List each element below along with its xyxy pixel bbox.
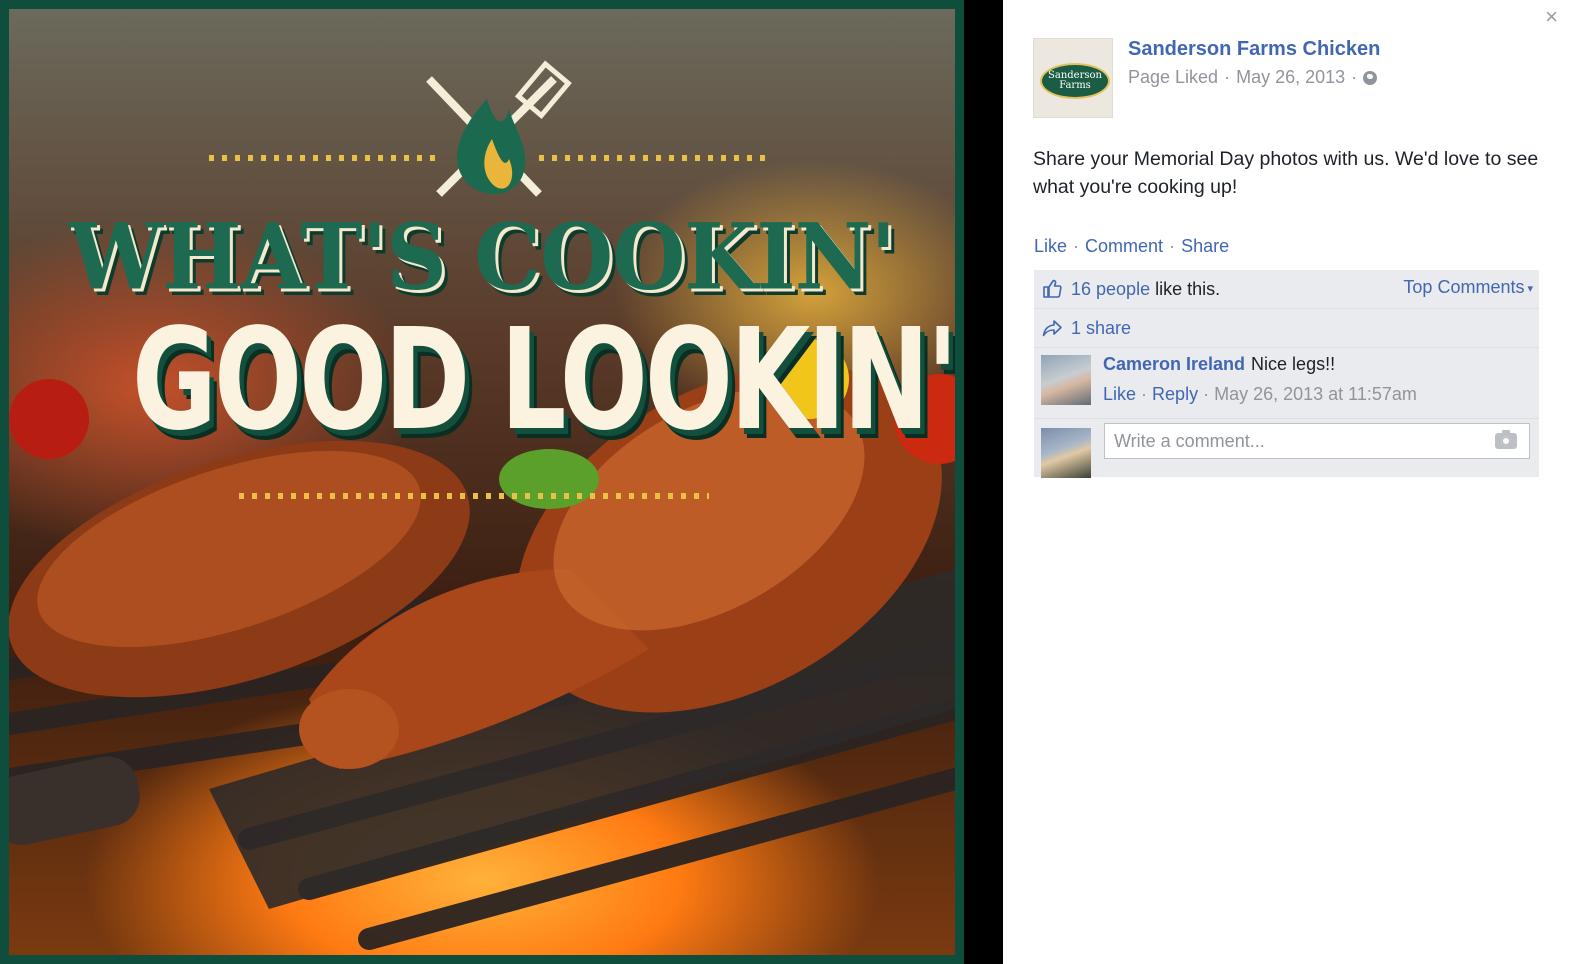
comment-meta: Like · Reply · May 26, 2013 at 11:57am xyxy=(1103,384,1417,405)
comment-reply-link[interactable]: Reply xyxy=(1152,384,1198,404)
photo-content: WHAT'S COOKIN' GOOD LOOKIN' ? xyxy=(9,9,955,955)
top-comments-dropdown[interactable]: Top Comments ▾ xyxy=(1403,277,1533,298)
comment-placeholder: Write a comment... xyxy=(1114,430,1265,451)
commenter-name-link[interactable]: Cameron Ireland xyxy=(1103,354,1245,374)
likes-tail-text: like this. xyxy=(1155,278,1221,299)
sanderson-farms-logo: Sanderson Farms xyxy=(1040,63,1110,99)
post-panel: × Sanderson Farms Sanderson Farms Chicke… xyxy=(1003,0,1570,964)
meta-separator: · xyxy=(1141,384,1153,404)
meta-separator: · xyxy=(1203,384,1215,404)
comment-input[interactable]: Write a comment... xyxy=(1104,423,1530,459)
camera-icon[interactable] xyxy=(1495,430,1517,449)
pepper-red xyxy=(9,379,89,459)
likes-count-link[interactable]: 16 people xyxy=(1071,279,1150,300)
comment-item: Cameron Ireland Nice legs!! Like · Reply … xyxy=(1034,348,1539,419)
headline-line-1: WHAT'S COOKIN' xyxy=(68,203,896,310)
photo-illustration xyxy=(9,60,955,950)
grill-flame-emblem xyxy=(426,60,572,197)
post-meta: Page Liked · May 26, 2013 · xyxy=(1128,67,1378,88)
comment-body: Cameron Ireland Nice legs!! xyxy=(1103,354,1335,375)
thumbs-up-icon xyxy=(1043,279,1062,298)
feedback-box: 16 people like this. Top Comments ▾ 1 sha… xyxy=(1034,270,1539,478)
action-separator: · xyxy=(1073,236,1080,256)
likes-row: 16 people like this. Top Comments ▾ xyxy=(1034,270,1539,309)
meta-separator: · xyxy=(1351,67,1358,87)
share-link[interactable]: Share xyxy=(1181,236,1229,256)
viewer-avatar xyxy=(1041,428,1091,478)
comment-text: Nice legs!! xyxy=(1251,354,1336,374)
page-name-link[interactable]: Sanderson Farms Chicken xyxy=(1128,38,1380,61)
like-link[interactable]: Like xyxy=(1034,236,1067,256)
comment-timestamp[interactable]: May 26, 2013 at 11:57am xyxy=(1214,384,1417,404)
post-photo[interactable]: WHAT'S COOKIN' GOOD LOOKIN' ? xyxy=(0,0,964,964)
share-arrow-icon xyxy=(1042,320,1062,337)
logo-text: Sanderson Farms xyxy=(1048,70,1102,91)
headline-line-2: GOOD LOOKIN' ? xyxy=(131,299,955,462)
close-icon[interactable]: × xyxy=(1545,4,1558,30)
commenter-avatar[interactable] xyxy=(1041,355,1091,405)
photo-stage: WHAT'S COOKIN' GOOD LOOKIN' ? xyxy=(0,0,1003,964)
shares-row: 1 share xyxy=(1034,309,1539,348)
page-avatar[interactable]: Sanderson Farms xyxy=(1033,38,1113,118)
comment-like-link[interactable]: Like xyxy=(1103,384,1136,404)
meta-separator: · xyxy=(1224,67,1231,87)
globe-icon[interactable] xyxy=(1363,70,1378,85)
caret-down-icon: ▾ xyxy=(1527,282,1533,295)
post-date-link[interactable]: May 26, 2013 xyxy=(1236,67,1345,88)
page-status: Page Liked xyxy=(1128,67,1219,87)
post-actions: Like · Comment · Share xyxy=(1034,236,1229,257)
top-comments-label: Top Comments xyxy=(1403,277,1525,297)
comment-composer: Write a comment... xyxy=(1034,419,1539,478)
action-separator: · xyxy=(1169,236,1176,256)
shares-count-link[interactable]: 1 share xyxy=(1071,318,1131,339)
comment-link[interactable]: Comment xyxy=(1085,236,1163,256)
post-text: Share your Memorial Day photos with us. … xyxy=(1033,148,1539,198)
